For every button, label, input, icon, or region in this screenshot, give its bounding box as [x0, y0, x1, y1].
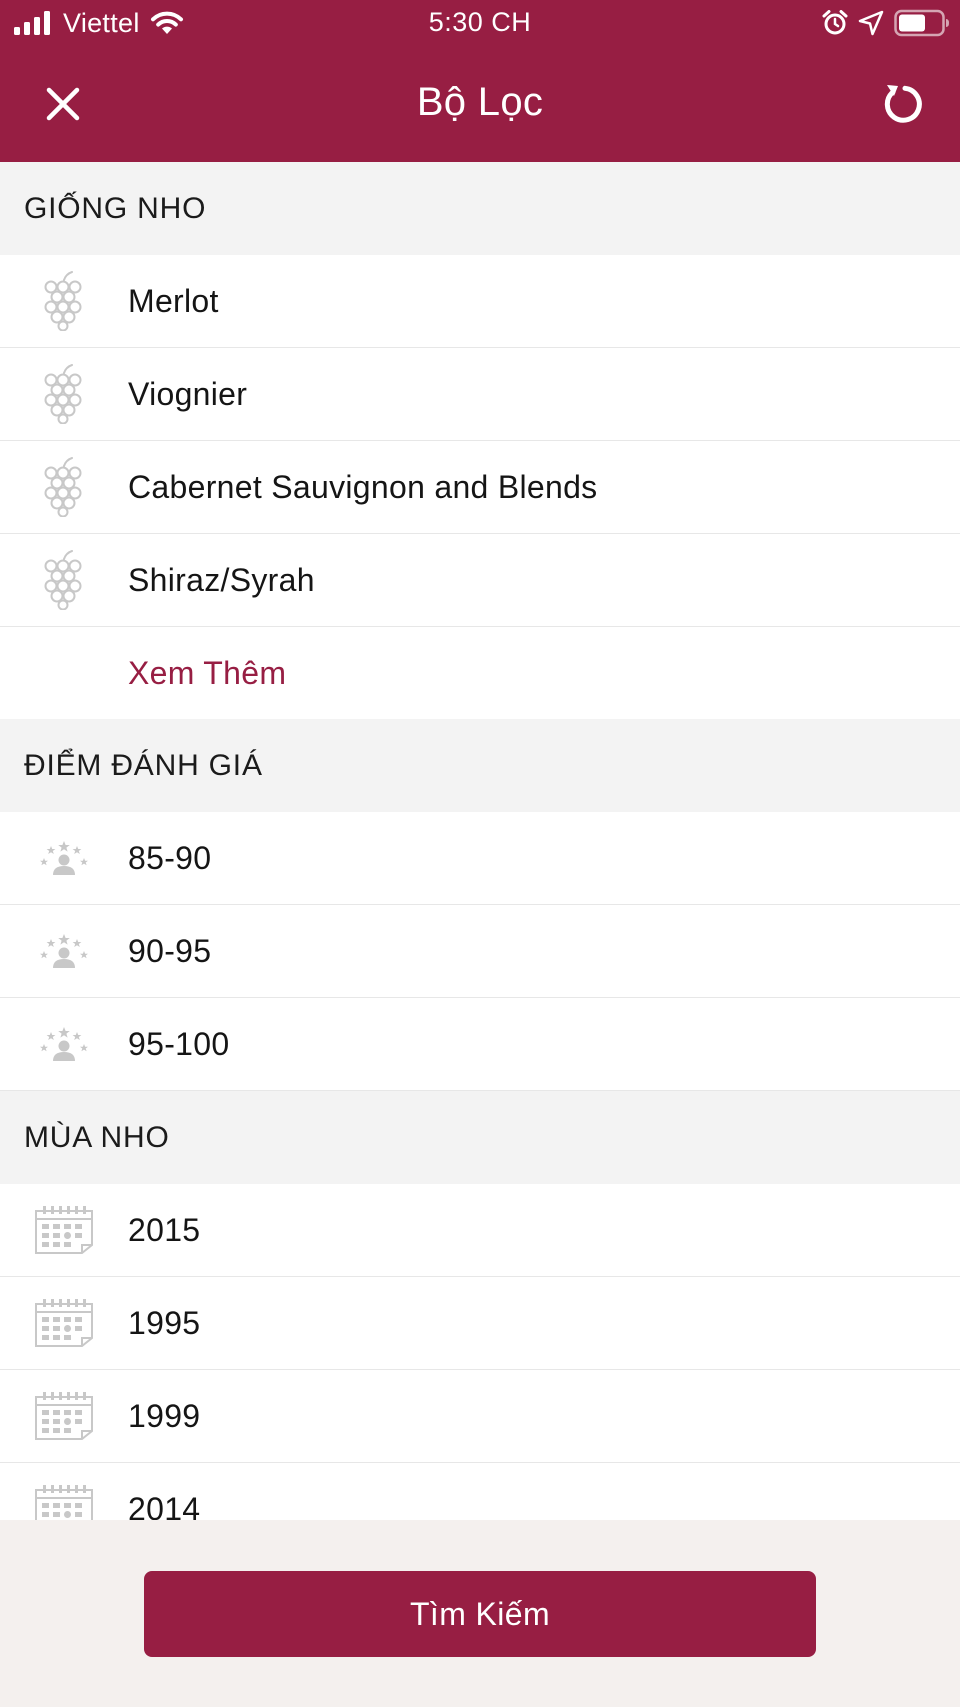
grape-icon	[30, 255, 98, 347]
calendar-icon	[30, 1277, 98, 1369]
filter-option-vintage[interactable]: 1999	[0, 1370, 960, 1463]
filter-option-rating[interactable]: 90-95	[0, 905, 960, 998]
footer: Tìm Kiếm	[0, 1520, 960, 1707]
filter-option-label: Viognier	[128, 375, 248, 412]
rating-stars-icon	[30, 998, 98, 1090]
filter-option-rating[interactable]: 85-90	[0, 812, 960, 905]
filter-option-label: Shiraz/Syrah	[128, 561, 315, 598]
status-bar: Viettel 5:30 CH	[0, 0, 960, 46]
status-right	[822, 7, 950, 39]
filter-option-grape[interactable]: Shiraz/Syrah	[0, 534, 960, 627]
filter-option-label: 2015	[128, 1211, 201, 1248]
filter-option-label: 95-100	[128, 1025, 230, 1062]
filter-option-vintage[interactable]: 1995	[0, 1277, 960, 1370]
filter-option-vintage[interactable]: 2015	[0, 1184, 960, 1277]
section-header-grape: GIỐNG NHO	[0, 162, 960, 255]
calendar-icon	[30, 1463, 98, 1520]
search-button[interactable]: Tìm Kiếm	[144, 1571, 816, 1657]
page-title: Bộ Lọc	[416, 80, 544, 124]
rating-stars-icon	[30, 905, 98, 997]
show-more-label: Xem Thêm	[128, 654, 287, 691]
section-header-rating: ĐIỂM ĐÁNH GIÁ	[0, 719, 960, 812]
filter-option-grape[interactable]: Merlot	[0, 255, 960, 348]
filter-option-grape[interactable]: Viognier	[0, 348, 960, 441]
grape-icon	[30, 441, 98, 533]
calendar-icon	[30, 1184, 98, 1276]
reset-icon	[884, 85, 922, 123]
filter-option-label: 2014	[128, 1490, 201, 1521]
grape-icon	[30, 348, 98, 440]
filter-option-label: 85-90	[128, 839, 212, 876]
filter-option-label: Merlot	[128, 282, 219, 319]
filter-list[interactable]: GIỐNG NHO Merlot Viognier Cabernet Sauvi…	[0, 162, 960, 1520]
filter-option-label: Cabernet Sauvignon and Blends	[128, 468, 598, 505]
rating-stars-icon	[30, 812, 98, 904]
location-icon	[858, 10, 884, 36]
filter-option-label: 1999	[128, 1397, 201, 1434]
nav-bar: Bộ Lọc	[0, 46, 960, 162]
filter-option-label: 1995	[128, 1304, 201, 1341]
filter-option-rating[interactable]: 95-100	[0, 998, 960, 1091]
show-more-button[interactable]: Xem Thêm	[0, 627, 960, 719]
filter-option-grape[interactable]: Cabernet Sauvignon and Blends	[0, 441, 960, 534]
filter-option-vintage[interactable]: 2014	[0, 1463, 960, 1520]
battery-icon	[894, 9, 949, 37]
status-time: 5:30 CH	[428, 7, 532, 37]
alarm-icon	[822, 10, 848, 35]
top-bar: Viettel 5:30 CH Bộ Lọc	[0, 0, 960, 162]
grape-icon	[30, 534, 98, 626]
filter-option-label: 90-95	[128, 932, 212, 969]
calendar-icon	[30, 1370, 98, 1462]
section-header-vintage: MÙA NHO	[0, 1091, 960, 1184]
reset-button[interactable]	[866, 68, 938, 140]
